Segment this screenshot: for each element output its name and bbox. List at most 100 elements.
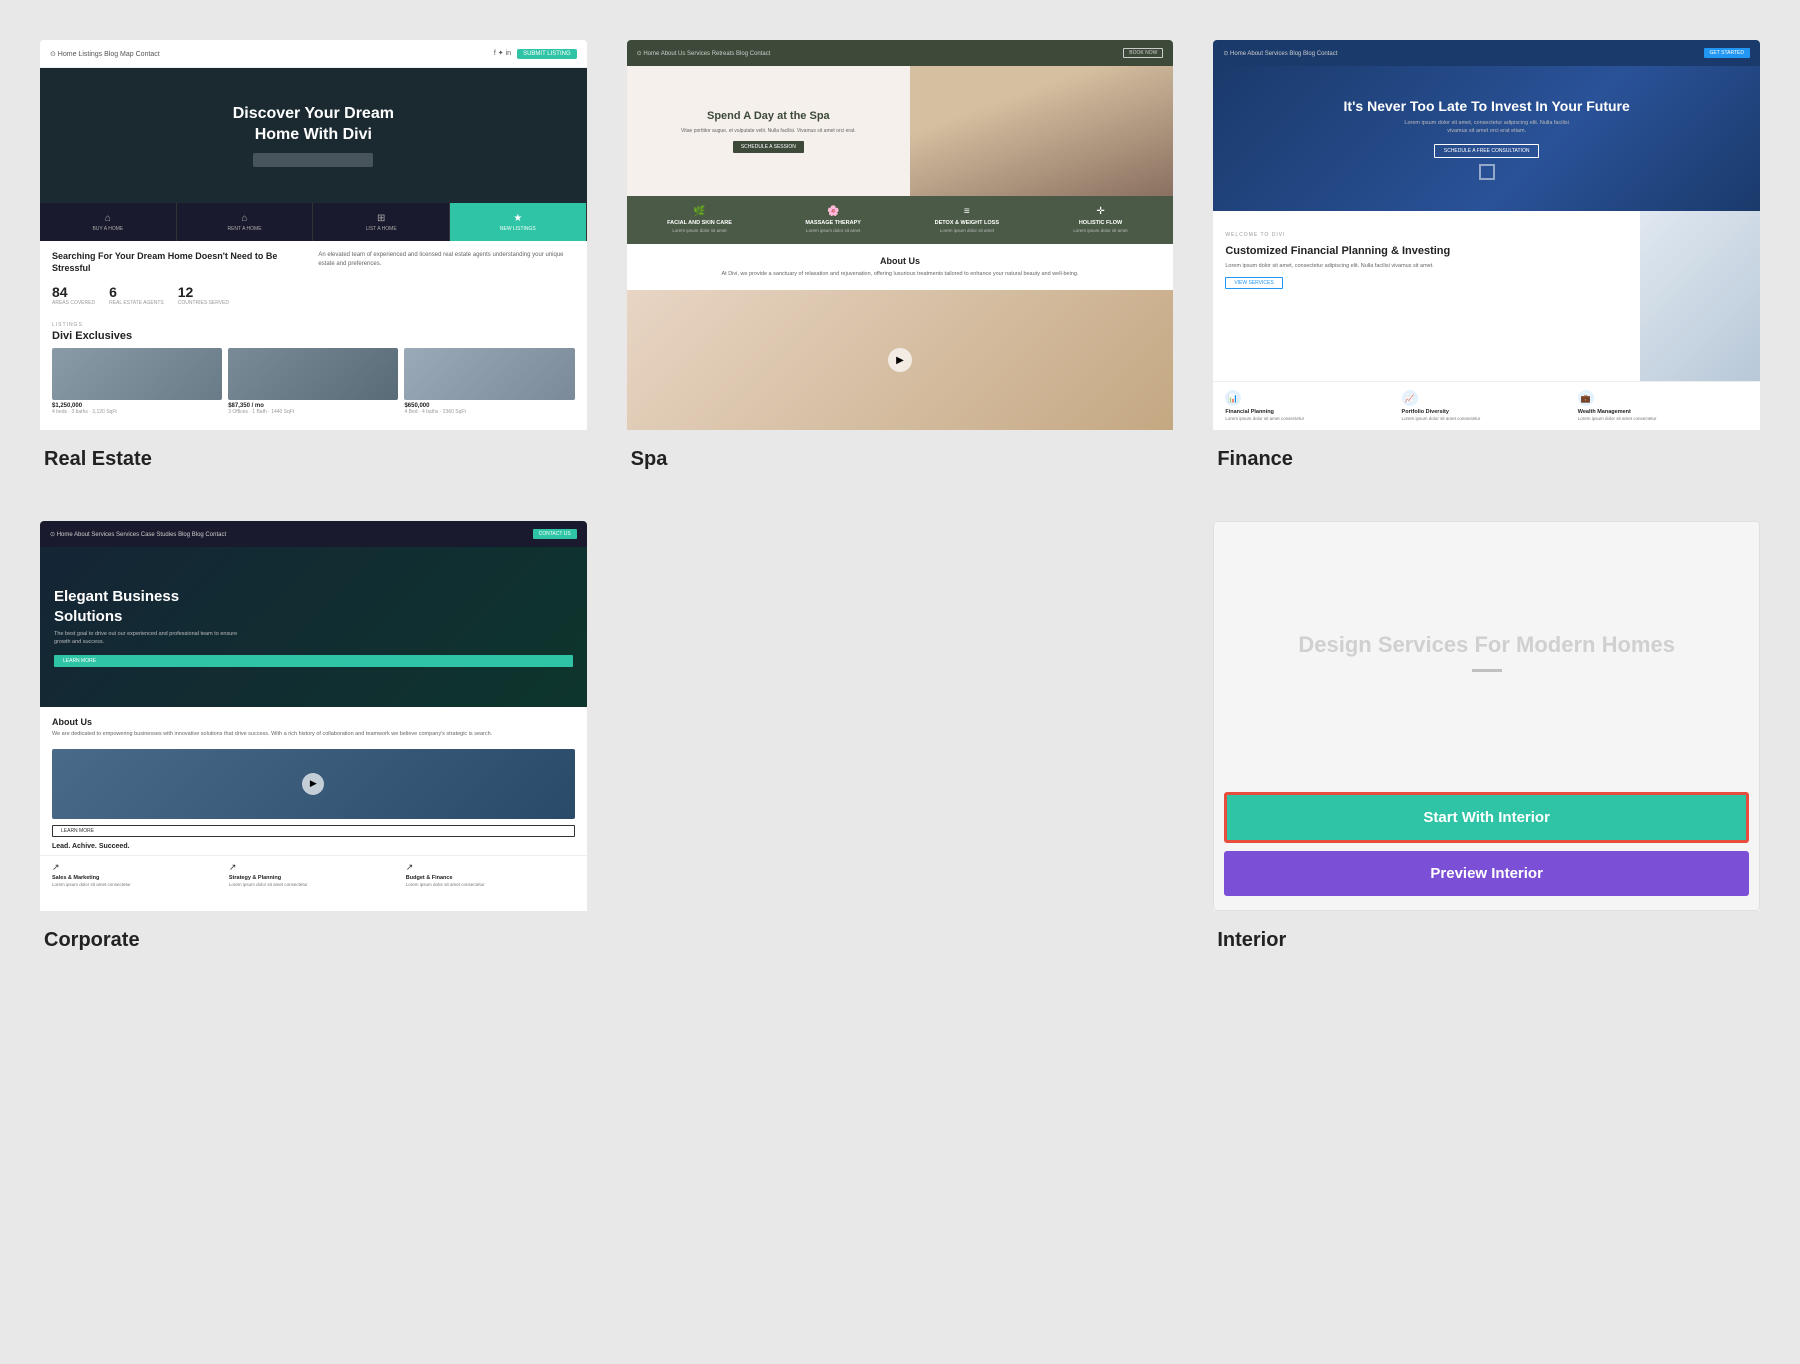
spa-service-1-icon: 🌸: [770, 206, 896, 217]
re-stat-0: 84 AREAS COVERED: [52, 284, 95, 306]
corp-learn-btn[interactable]: LEARN MORE: [52, 825, 575, 837]
star-icon: ★: [513, 213, 522, 224]
fin-icon-0: 📊 Financial Planning Lorem ipsum dolor s…: [1225, 390, 1395, 422]
re-logo: ⊙ Home Listings Blog Map Contact: [50, 50, 160, 58]
corp-about-title: About Us: [52, 717, 575, 727]
re-body: Searching For Your Dream Home Doesn't Ne…: [40, 241, 587, 316]
re-listing-2: $650,000 4 Bed · 4 baths · 2360 SqFt: [404, 348, 574, 415]
fin-icon-2-text: Lorem ipsum dolor sit amet consectetur: [1578, 416, 1748, 422]
spa-preview: ⊙ Home About Us Services Retreats Blog C…: [627, 40, 1174, 430]
corp-hero: Elegant Business Solutions The best goal…: [40, 547, 587, 707]
spa-play-button[interactable]: ▶: [888, 348, 912, 372]
corp-services: ↗ Sales & Marketing Lorem ipsum dolor si…: [40, 855, 587, 894]
spa-topbar: ⊙ Home About Us Services Retreats Blog C…: [627, 40, 1174, 66]
corp-tagline: Lead. Achive. Succeed.: [40, 843, 587, 855]
re-actions: ⌂ BUY A HOME ⌂ RENT A HOME ⊞ LIST A HOME…: [40, 203, 587, 241]
re-listing-2-img: [404, 348, 574, 400]
re-listing-1-img: [228, 348, 398, 400]
re-exclusives: Listings Divi Exclusives $1,250,000 4 be…: [40, 316, 587, 421]
fin-body-small: WELCOME TO DIVI: [1225, 232, 1285, 238]
fin-icon-2-title: Wealth Management: [1578, 409, 1748, 415]
re-action-list-label: LIST A HOME: [366, 226, 397, 232]
re-hero-search: [253, 153, 373, 167]
spa-image-section: ▶: [627, 290, 1174, 430]
fin-icon-1: 📈 Portfolio Diversity Lorem ipsum dolor …: [1402, 390, 1572, 422]
fin-hero: It's Never Too Late To Invest In Your Fu…: [1213, 66, 1760, 211]
finance-card: ⊙ Home About Services Blog Blog Contact …: [1213, 40, 1760, 481]
spa-service-2-title: DETOX & WEIGHT LOSS: [904, 220, 1030, 226]
real-estate-label: Real Estate: [40, 430, 587, 481]
spa-top-btn[interactable]: BOOK NOW: [1123, 48, 1163, 58]
finance-label: Finance: [1213, 430, 1760, 481]
corp-logo: ⊙ Home About Services Services Case Stud…: [50, 531, 226, 538]
re-action-list[interactable]: ⊞ LIST A HOME: [313, 203, 450, 241]
corp-service-1-text: Lorem ipsum dolor sit amet consectetur: [229, 882, 398, 888]
spa-service-0: 🌿 FACIAL AND SKIN CARE Lorem ipsum dolor…: [637, 206, 763, 234]
corporate-label: Corporate: [40, 911, 587, 962]
re-topbar: ⊙ Home Listings Blog Map Contact f ✦ in …: [40, 40, 587, 68]
spa-about: About Us At Divi, we provide a sanctuary…: [627, 244, 1174, 290]
spa-service-3-text: Lorem ipsum dolor sit amet: [1038, 228, 1164, 234]
spa-service-0-text: Lorem ipsum dolor sit amet: [637, 228, 763, 234]
fin-hero-btn[interactable]: SCHEDULE A FREE CONSULTATION: [1434, 144, 1540, 158]
fin-top-btn[interactable]: GET STARTED: [1704, 48, 1750, 58]
spa-service-2-icon: ≡: [904, 206, 1030, 217]
fin-icon-0-text: Lorem ipsum dolor sit amet consectetur: [1225, 416, 1395, 422]
corp-hero-title: Elegant Business Solutions: [54, 587, 214, 626]
corp-video: ▶: [52, 749, 575, 819]
spa-hero-text: Vitae porttitor augue, et vulputate veli…: [681, 128, 856, 135]
re-stat-0-label: AREAS COVERED: [52, 300, 95, 306]
fin-body-img: [1640, 211, 1760, 381]
corp-service-2: ↗ Budget & Finance Lorem ipsum dolor sit…: [406, 862, 575, 888]
corp-hero-btn[interactable]: LEARN MORE: [54, 655, 573, 667]
corp-service-0-title: Sales & Marketing: [52, 875, 221, 881]
re-nav: f ✦ in SUBMIT LISTING: [494, 49, 577, 59]
re-listing-0-info: 4 beds · 3 baths · 3,120 SqFt: [52, 409, 222, 415]
template-grid: ⊙ Home Listings Blog Map Contact f ✦ in …: [40, 40, 1760, 962]
key-icon: ⌂: [241, 213, 247, 224]
corp-about: About Us We are dedicated to empowering …: [40, 707, 587, 749]
fin-icon-2-circle: 💼: [1578, 390, 1594, 406]
fin-icon-0-circle: 📊: [1225, 390, 1241, 406]
spa-about-title: About Us: [639, 256, 1162, 266]
re-stat-0-num: 84: [52, 284, 95, 300]
corp-service-1-title: Strategy & Planning: [229, 875, 398, 881]
spa-services: 🌿 FACIAL AND SKIN CARE Lorem ipsum dolor…: [627, 196, 1174, 244]
spa-about-text: At Divi, we provide a sanctuary of relax…: [639, 270, 1162, 278]
home-icon: ⌂: [105, 213, 111, 224]
fin-body-btn[interactable]: VIEW SERVICES: [1225, 277, 1282, 289]
re-stat-2: 12 COUNTRIES SERVED: [178, 284, 229, 306]
re-listing-0-img: [52, 348, 222, 400]
re-action-new[interactable]: ★ NEW LISTINGS: [450, 203, 587, 241]
corporate-preview: ⊙ Home About Services Services Case Stud…: [40, 521, 587, 911]
corp-top-btn[interactable]: CONTACT US: [533, 529, 577, 539]
fin-icon-0-title: Financial Planning: [1225, 409, 1395, 415]
fin-hero-square: [1479, 164, 1495, 180]
re-action-new-label: NEW LISTINGS: [500, 226, 536, 232]
re-listing-0: $1,250,000 4 beds · 3 baths · 3,120 SqFt: [52, 348, 222, 415]
fin-hero-text: Lorem ipsum dolor sit amet, consectetur …: [1397, 120, 1577, 135]
spa-nav: BOOK NOW: [1123, 48, 1163, 58]
re-action-buy-label: BUY A HOME: [92, 226, 123, 232]
re-top-btn[interactable]: SUBMIT LISTING: [517, 49, 577, 59]
re-stat-1-label: REAL ESTATE AGENTS: [109, 300, 164, 306]
interior-actions: Start With Interior Preview Interior: [1214, 792, 1759, 910]
spa-service-1: 🌸 MASSAGE THERAPY Lorem ipsum dolor sit …: [770, 206, 896, 234]
corp-service-2-text: Lorem ipsum dolor sit amet consectetur: [406, 882, 575, 888]
interior-card: Design Services For Modern Homes Start W…: [1213, 521, 1760, 962]
start-with-interior-button[interactable]: Start With Interior: [1224, 792, 1749, 843]
preview-interior-button[interactable]: Preview Interior: [1224, 851, 1749, 896]
corp-play-button[interactable]: ▶: [302, 773, 324, 795]
spa-hero-image: [910, 66, 1173, 196]
fin-icon-1-circle: 📈: [1402, 390, 1418, 406]
spa-hero-left: Spend A Day at the Spa Vitae porttitor a…: [627, 66, 910, 196]
fin-topbar: ⊙ Home About Services Blog Blog Contact …: [1213, 40, 1760, 66]
interior-preview: Design Services For Modern Homes Start W…: [1213, 521, 1760, 911]
re-action-buy[interactable]: ⌂ BUY A HOME: [40, 203, 177, 241]
spa-hero-btn[interactable]: SCHEDULE A SESSION: [733, 141, 804, 153]
re-hero-title: Discover Your DreamHome With Divi: [233, 104, 394, 146]
re-body-text: An elevated team of experienced and lice…: [318, 251, 574, 269]
corp-topbar: ⊙ Home About Services Services Case Stud…: [40, 521, 587, 547]
fin-hero-title: It's Never Too Late To Invest In Your Fu…: [1344, 97, 1630, 115]
re-action-rent[interactable]: ⌂ RENT A HOME: [177, 203, 314, 241]
